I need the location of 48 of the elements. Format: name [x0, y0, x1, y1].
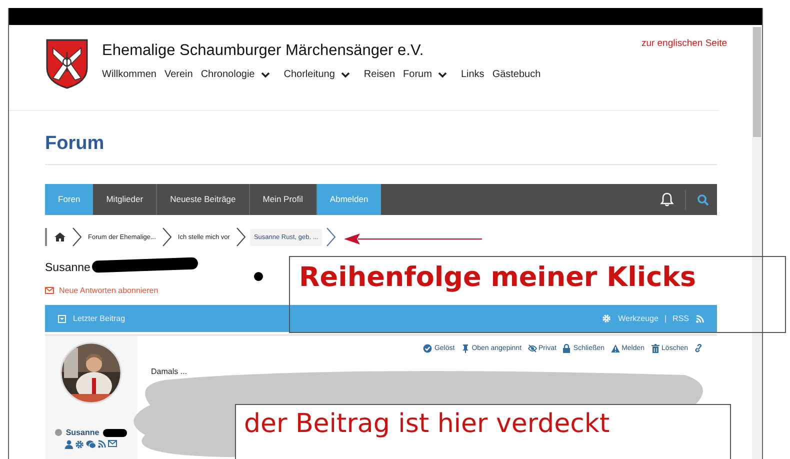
page-title: Forum	[45, 133, 106, 155]
envelope-icon[interactable]	[108, 440, 117, 447]
language-link[interactable]: zur englischen Seite	[641, 38, 727, 49]
gear-icon	[602, 314, 612, 323]
trash-icon[interactable]	[650, 344, 660, 353]
nav-link[interactable]: Verein	[164, 69, 193, 80]
author-name[interactable]: Susanne	[66, 428, 100, 437]
link-icon[interactable]	[694, 344, 703, 353]
chevron-down-icon[interactable]	[340, 72, 350, 78]
site-title[interactable]: Ehemalige Schaumburger Märchensänger e.V.	[102, 42, 541, 60]
nav-link[interactable]: Chronologie	[200, 69, 255, 80]
envelope-icon	[45, 287, 54, 294]
nav-link[interactable]: Chorleitung	[284, 69, 335, 80]
check-circle-icon[interactable]	[423, 344, 432, 353]
nav-link[interactable]: Reisen	[364, 69, 396, 80]
chevron-down-icon[interactable]	[438, 72, 447, 78]
subscribe-link[interactable]: Neue Antworten abonnieren	[59, 286, 158, 295]
warning-icon[interactable]	[610, 344, 620, 353]
nav-tab[interactable]: Neueste Beiträge	[157, 184, 250, 215]
gear-icon[interactable]	[75, 440, 84, 449]
crest-logo[interactable]	[45, 38, 89, 90]
chat-bubbles-icon[interactable]	[86, 440, 96, 449]
user-icon[interactable]	[65, 440, 73, 449]
lock-icon[interactable]	[562, 344, 572, 353]
bell-icon[interactable]	[660, 192, 674, 207]
nav-link[interactable]: Forum	[403, 69, 432, 80]
chevron-down-icon[interactable]	[260, 72, 270, 78]
home-icon[interactable]	[54, 232, 66, 242]
chevron-icon	[162, 227, 172, 247]
nav-tab[interactable]: Mitglieder	[93, 184, 158, 215]
topic-title: Susanne	[45, 262, 90, 274]
nav-link[interactable]: Willkommen	[102, 69, 156, 80]
chevron-icon	[326, 227, 336, 247]
separator: |	[664, 314, 667, 323]
chevron-icon	[72, 227, 82, 247]
nav-link[interactable]: Links	[460, 69, 484, 80]
scrollbar[interactable]	[752, 27, 762, 257]
down-square-icon	[58, 314, 66, 322]
rss-icon[interactable]	[98, 440, 106, 448]
search-icon[interactable]	[697, 194, 709, 206]
post-text: Damals ...	[151, 367, 188, 376]
eye-slash-icon[interactable]	[528, 344, 537, 353]
rss-icon	[696, 314, 704, 322]
annotation-callout: der Beitrag ist hier verdeckt	[235, 404, 731, 459]
chevron-icon	[236, 227, 246, 247]
bullet-dot	[254, 272, 263, 281]
nav-link[interactable]: Gästebuch	[492, 69, 541, 80]
pin-icon[interactable]	[460, 344, 470, 353]
